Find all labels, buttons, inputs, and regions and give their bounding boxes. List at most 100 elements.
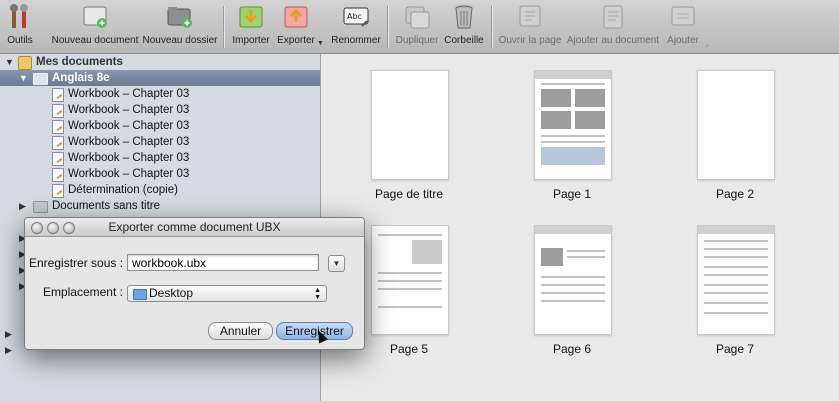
tools-button[interactable]: Outils xyxy=(2,0,38,53)
add-button[interactable]: Ajouter xyxy=(663,0,703,53)
thumbnail-line xyxy=(378,280,442,282)
zoom-window-icon[interactable] xyxy=(63,222,75,234)
thumbnail-line xyxy=(704,248,768,250)
sidebar-document[interactable]: Workbook – Chapter 03 xyxy=(0,150,320,166)
thumbnail-image xyxy=(412,240,442,264)
sidebar-document[interactable]: Workbook – Chapter 03 xyxy=(0,86,320,102)
thumbnail-image xyxy=(541,147,605,165)
new-document-button[interactable]: Nouveau document xyxy=(50,0,140,53)
page-thumbnail[interactable] xyxy=(371,70,449,180)
thumbnail-line xyxy=(541,83,605,85)
import-button[interactable]: Importer xyxy=(229,0,273,53)
sidebar-document-label: Détermination (copie) xyxy=(68,184,178,196)
cancel-button[interactable]: Annuler xyxy=(208,322,273,340)
page-browser: Page de titre Page 1 Page 2 Page 5 Page … xyxy=(321,54,839,401)
thumbnail-header xyxy=(535,226,611,234)
sidebar-folder-documents-sans-titre[interactable]: ▶ Documents sans titre xyxy=(0,198,320,214)
document-icon xyxy=(52,104,64,118)
location-value: Desktop xyxy=(149,286,194,300)
thumbnail-image xyxy=(575,89,605,107)
thumbnail-line xyxy=(541,284,605,286)
rename-button[interactable]: Abc Renommer xyxy=(330,0,382,53)
disclosure-closed-icon[interactable]: ▶ xyxy=(5,342,12,358)
thumbnail-line xyxy=(704,240,768,242)
rename-label: Renommer xyxy=(331,35,381,46)
new-document-label: Nouveau document xyxy=(51,35,139,46)
new-folder-label: Nouveau dossier xyxy=(142,35,218,46)
location-select[interactable]: Desktop ▲ ▼ xyxy=(127,285,327,302)
new-folder-icon xyxy=(167,7,192,28)
document-icon xyxy=(52,136,64,150)
thumbnail-line xyxy=(704,274,768,276)
export-button[interactable]: Exporter xyxy=(275,0,317,53)
sidebar-document-label: Workbook – Chapter 03 xyxy=(68,152,190,164)
page-thumbnail[interactable] xyxy=(534,225,612,335)
export-dialog: Exporter comme document UBX Enregistrer … xyxy=(24,217,365,350)
filename-input[interactable] xyxy=(127,254,319,271)
sidebar-document-label: Workbook – Chapter 03 xyxy=(68,88,190,100)
toolbar-separator xyxy=(491,6,492,48)
thumbnail-line xyxy=(704,302,768,304)
close-window-icon[interactable] xyxy=(31,222,43,234)
save-as-label: Enregistrer sous : xyxy=(29,256,124,270)
thumbnail-line xyxy=(541,141,605,143)
export-label: Exporter xyxy=(277,35,315,46)
thumbnail-image xyxy=(541,89,571,107)
thumbnail-line xyxy=(704,256,768,258)
document-icon xyxy=(52,168,64,182)
thumbnail-header xyxy=(698,226,774,234)
page-label: Page 6 xyxy=(552,342,592,356)
sidebar-document[interactable]: Workbook – Chapter 03 xyxy=(0,134,320,150)
trash-button[interactable]: Corbeille xyxy=(443,0,485,53)
thumbnail-line xyxy=(541,292,605,294)
add-to-document-icon xyxy=(603,5,623,29)
thumbnail-line xyxy=(378,306,442,308)
rename-icon: Abc xyxy=(343,7,369,27)
sidebar-document-label: Workbook – Chapter 03 xyxy=(68,104,190,116)
trash-label: Corbeille xyxy=(444,35,484,46)
thumbnail-line xyxy=(704,284,768,286)
sidebar-root-mes-documents[interactable]: ▼ Mes documents xyxy=(0,54,320,70)
tools-icon xyxy=(10,4,28,28)
toolbar-separator xyxy=(387,6,388,48)
tools-label: Outils xyxy=(7,35,33,46)
sidebar-document[interactable]: Workbook – Chapter 03 xyxy=(0,166,320,182)
import-icon xyxy=(239,6,263,28)
thumbnail-line xyxy=(704,266,768,268)
thumbnail-image xyxy=(541,248,563,266)
thumbnail-line xyxy=(704,312,768,314)
open-page-label: Ouvrir la page xyxy=(498,35,562,46)
thumbnail-line xyxy=(567,250,605,252)
disclosure-open-icon[interactable]: ▼ xyxy=(5,54,14,70)
page-thumbnail[interactable] xyxy=(697,70,775,180)
minimize-window-icon[interactable] xyxy=(47,222,59,234)
page-label: Page 1 xyxy=(552,187,592,201)
page-label: Page 5 xyxy=(389,342,429,356)
sidebar-document[interactable]: Workbook – Chapter 03 xyxy=(0,118,320,134)
svg-text:Abc: Abc xyxy=(347,12,362,21)
toolbar-separator xyxy=(223,6,224,48)
export-dropdown-caret-icon[interactable]: ▼ xyxy=(317,40,324,47)
page-thumbnail[interactable] xyxy=(371,225,449,335)
duplicate-button[interactable]: Dupliquer xyxy=(393,0,441,53)
document-icon xyxy=(52,152,64,166)
sidebar-folder-anglais[interactable]: ▼ Anglais 8e xyxy=(0,70,320,86)
new-folder-button[interactable]: Nouveau dossier xyxy=(142,0,218,53)
page-thumbnail[interactable] xyxy=(697,225,775,335)
add-to-document-button[interactable]: Ajouter au document xyxy=(565,0,661,53)
sidebar-document[interactable]: Détermination (copie) xyxy=(0,182,320,198)
sidebar-document[interactable]: Workbook – Chapter 03 xyxy=(0,102,320,118)
duplicate-icon xyxy=(405,6,430,29)
page-label: Page 7 xyxy=(715,342,755,356)
open-page-button[interactable]: Ouvrir la page xyxy=(497,0,563,53)
disclosure-closed-icon[interactable]: ▶ xyxy=(5,326,12,342)
page-thumbnail[interactable] xyxy=(534,70,612,180)
sidebar-folder-label: Documents sans titre xyxy=(52,200,161,212)
thumbnail-image xyxy=(575,111,605,129)
disclosure-closed-icon[interactable]: ▶ xyxy=(19,198,26,214)
import-label: Importer xyxy=(232,35,270,46)
toolbar-overflow-icon[interactable]: ⌟ xyxy=(705,40,708,48)
expand-dialog-button[interactable]: ▼ xyxy=(328,255,345,272)
folder-icon xyxy=(133,289,147,300)
disclosure-open-icon[interactable]: ▼ xyxy=(19,70,28,86)
